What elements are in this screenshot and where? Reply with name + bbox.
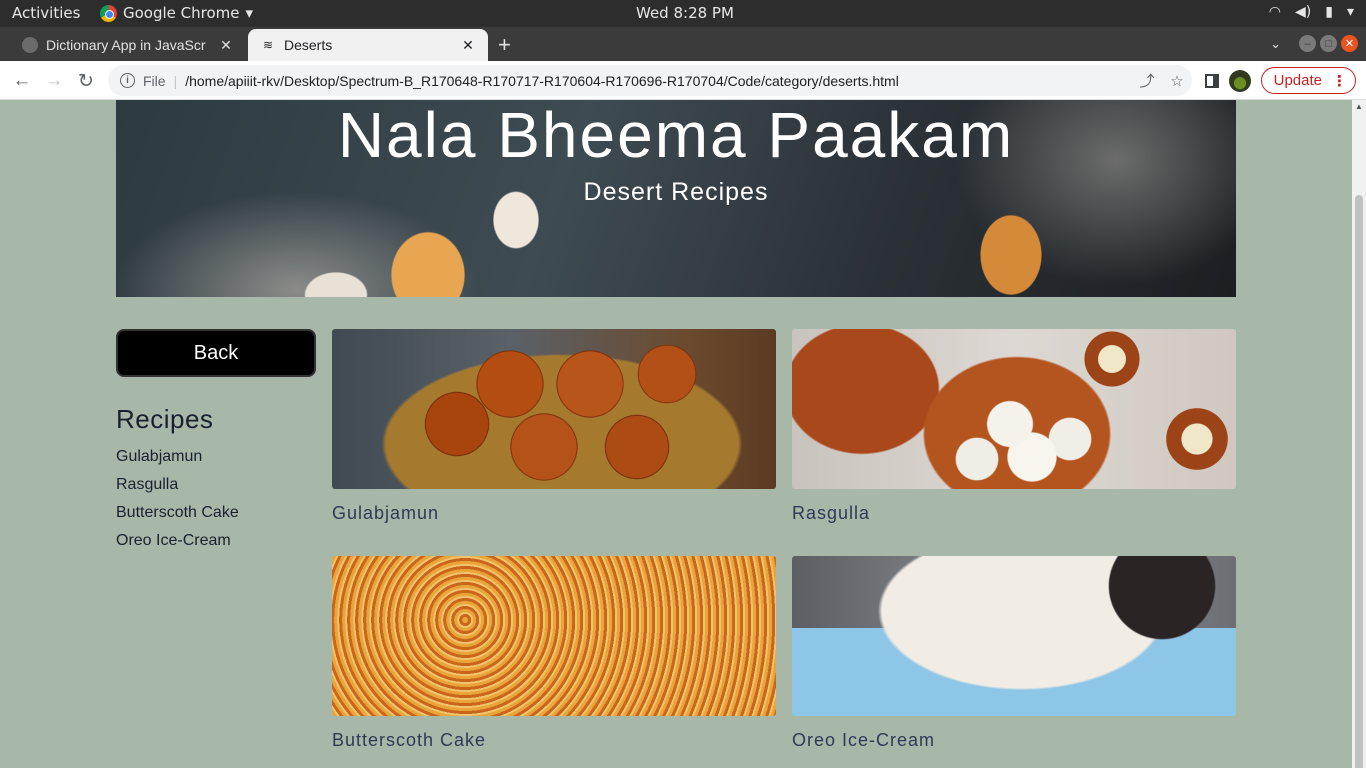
maximize-button[interactable]: □: [1320, 35, 1337, 52]
system-tray[interactable]: ◠ ◀) ▮ ▾: [1269, 4, 1354, 20]
tab-deserts[interactable]: ≋ Deserts ✕: [248, 29, 488, 61]
url-scheme: File: [143, 72, 166, 89]
clock[interactable]: Wed 8:28 PM: [636, 4, 734, 22]
recipe-link-rasgulla[interactable]: Rasgulla: [116, 476, 239, 504]
recipe-card-rasgulla[interactable]: Rasgulla: [792, 329, 1236, 524]
hero-banner: Nala Bheema Paakam Desert Recipes: [116, 100, 1236, 297]
address-bar[interactable]: i File | /home/apiiit-rkv/Desktop/Spectr…: [108, 65, 1192, 96]
scrollbar-thumb[interactable]: [1355, 195, 1363, 768]
gulabjamun-image[interactable]: [332, 329, 776, 489]
new-tab-button[interactable]: +: [498, 32, 511, 58]
recipe-link-oreo-ice-cream[interactable]: Oreo Ice-Cream: [116, 532, 239, 560]
vertical-scrollbar[interactable]: ▲: [1352, 100, 1366, 768]
chevron-down-icon: ▾: [245, 4, 254, 22]
battery-icon: ▮: [1325, 4, 1333, 20]
app-menu-label: Google Chrome: [123, 4, 240, 22]
browser-toolbar: ← → ↻ i File | /home/apiiit-rkv/Desktop/…: [0, 61, 1366, 100]
back-button[interactable]: Back: [116, 329, 316, 377]
forward-arrow-icon[interactable]: →: [42, 69, 66, 93]
recipe-card-title[interactable]: Oreo Ice-Cream: [792, 730, 1236, 751]
info-icon[interactable]: i: [120, 73, 135, 88]
more-menu-icon: ⋮: [1332, 72, 1347, 90]
window-controls: ⌄ – □ ✕: [1270, 35, 1358, 52]
recipe-card-gulabjamun[interactable]: Gulabjamun: [332, 329, 776, 524]
bookmark-star-icon[interactable]: ☆: [1162, 72, 1192, 90]
tab-strip: Dictionary App in JavaScr ✕ ≋ Deserts ✕ …: [0, 27, 1366, 61]
recipes-heading: Recipes: [116, 404, 214, 434]
recipe-link-butterscotch-cake[interactable]: Butterscoth Cake: [116, 504, 239, 532]
tab-dictionary-app[interactable]: Dictionary App in JavaScr ✕: [10, 29, 246, 61]
reload-icon[interactable]: ↻: [74, 69, 98, 93]
os-top-bar: Activities Google Chrome ▾ Wed 8:28 PM ◠…: [0, 0, 1366, 27]
wifi-icon: ◠: [1268, 4, 1282, 20]
update-label: Update: [1273, 72, 1322, 89]
recipe-card-title[interactable]: Butterscoth Cake: [332, 730, 776, 751]
url-text[interactable]: /home/apiiit-rkv/Desktop/Spectrum-B_R170…: [185, 73, 1132, 89]
minimize-button[interactable]: –: [1299, 35, 1316, 52]
chrome-logo-icon: [100, 4, 117, 22]
profile-avatar[interactable]: [1228, 69, 1251, 92]
tab-title: Dictionary App in JavaScr: [46, 37, 206, 53]
recipe-card-butterscotch-cake[interactable]: Butterscoth Cake: [332, 556, 776, 751]
butterscotch-cake-image[interactable]: [332, 556, 776, 716]
close-icon[interactable]: ✕: [218, 37, 234, 54]
close-window-button[interactable]: ✕: [1341, 35, 1358, 52]
tab-title: Deserts: [284, 37, 333, 53]
tab-search-chevron-icon[interactable]: ⌄: [1270, 36, 1281, 52]
back-arrow-icon[interactable]: ←: [10, 69, 34, 93]
activities-button[interactable]: Activities: [12, 4, 80, 22]
site-title: Nala Bheema Paakam: [337, 100, 1015, 171]
page-content: Nala Bheema Paakam Desert Recipes Back R…: [0, 100, 1352, 768]
recipe-card-title[interactable]: Gulabjamun: [332, 503, 776, 524]
oreo-ice-cream-image[interactable]: [792, 556, 1236, 716]
update-button[interactable]: Update ⋮: [1260, 67, 1356, 94]
url-separator: |: [173, 72, 178, 89]
app-menu[interactable]: Google Chrome ▾: [100, 4, 253, 22]
share-icon[interactable]: ⤴: [1132, 70, 1162, 91]
recipe-card-title[interactable]: Rasgulla: [792, 503, 1236, 524]
site-subtitle: Desert Recipes: [583, 178, 769, 206]
rasgulla-image[interactable]: [792, 329, 1236, 489]
close-icon[interactable]: ✕: [460, 37, 476, 54]
page-favicon-icon: ≋: [262, 38, 274, 52]
toolbar-actions: Update ⋮: [1204, 67, 1356, 94]
volume-icon: ◀): [1295, 4, 1312, 20]
chevron-down-icon: ▾: [1346, 4, 1354, 20]
scroll-up-arrow-icon[interactable]: ▲: [1355, 102, 1363, 111]
recipe-link-list: Gulabjamun Rasgulla Butterscoth Cake Ore…: [116, 448, 239, 560]
recipe-link-gulabjamun[interactable]: Gulabjamun: [116, 448, 239, 476]
side-panel-icon[interactable]: [1204, 73, 1219, 88]
globe-icon: [22, 37, 38, 53]
recipe-card-oreo-ice-cream[interactable]: Oreo Ice-Cream: [792, 556, 1236, 751]
